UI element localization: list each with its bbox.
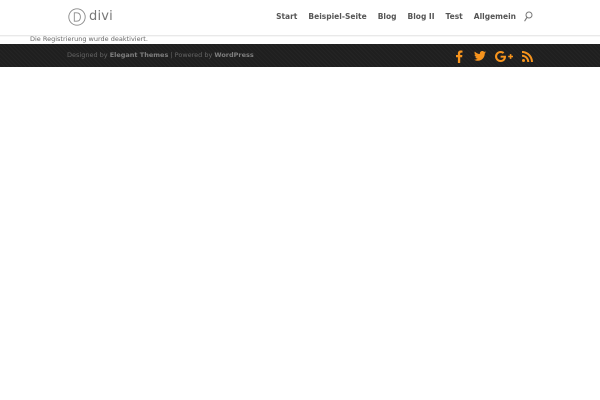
facebook-icon	[456, 50, 463, 63]
logo-text: divi	[89, 9, 113, 24]
elegant-themes-link[interactable]: Elegant Themes	[110, 51, 169, 59]
main-navigation: Start Beispiel-Seite Blog Blog II Test A…	[276, 12, 516, 21]
facebook-link[interactable]	[452, 49, 466, 63]
nav-item-blog[interactable]: Blog	[378, 12, 397, 21]
nav-item-allgemein[interactable]: Allgemein	[474, 12, 516, 21]
search-icon[interactable]	[524, 11, 533, 22]
page: divi Start Beispiel-Seite Blog Blog II T…	[0, 0, 600, 400]
site-header: divi Start Beispiel-Seite Blog Blog II T…	[0, 0, 600, 36]
site-logo[interactable]: divi	[68, 7, 113, 27]
divi-logo-icon	[68, 8, 86, 26]
nav-item-start[interactable]: Start	[276, 12, 297, 21]
wordpress-link[interactable]: WordPress	[214, 51, 253, 59]
registration-disabled-notice: Die Registrierung wurde deaktiviert.	[30, 35, 148, 43]
footer-bottom-bar: Designed by Elegant Themes | Powered by …	[0, 44, 600, 67]
footer-credits: Designed by Elegant Themes | Powered by …	[67, 51, 254, 60]
nav-item-test[interactable]: Test	[446, 12, 463, 21]
nav-item-beispiel-seite[interactable]: Beispiel-Seite	[308, 12, 366, 21]
twitter-link[interactable]	[473, 49, 487, 63]
rss-icon	[521, 50, 533, 62]
nav-item-blog-ii[interactable]: Blog II	[408, 12, 435, 21]
twitter-icon	[474, 51, 486, 61]
google-plus-link[interactable]	[495, 49, 513, 63]
credits-separator: | Powered by	[168, 51, 215, 59]
rss-link[interactable]	[520, 49, 534, 63]
google-plus-icon	[495, 50, 513, 62]
credits-designed-by: Designed by	[67, 51, 108, 59]
